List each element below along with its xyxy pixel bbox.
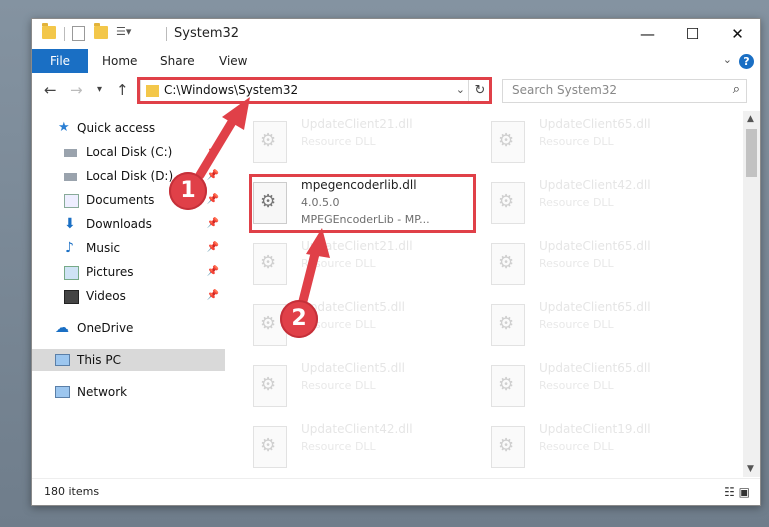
- annotation-arrows: [195, 97, 330, 310]
- callout-badge-2: 2: [280, 300, 318, 338]
- callout-badge-1: 1: [169, 172, 207, 210]
- arrow-two-head: [306, 228, 330, 258]
